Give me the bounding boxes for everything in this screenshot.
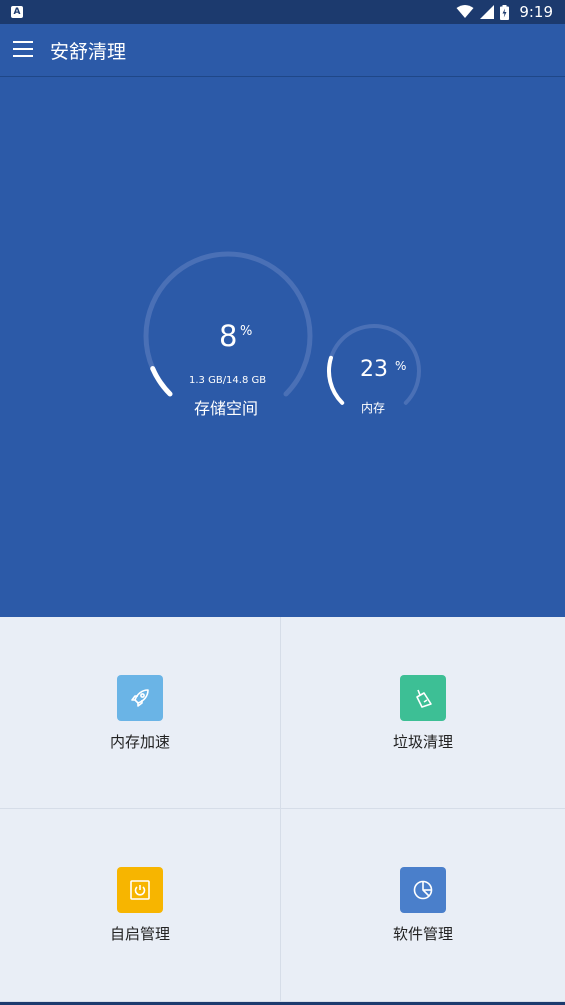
pie-chart-icon xyxy=(413,880,433,900)
tile-autostart-manager[interactable]: 自启管理 xyxy=(0,809,281,1002)
storage-label: 存储空间 xyxy=(194,399,259,418)
tile-icon-box xyxy=(400,675,446,721)
tile-icon-box xyxy=(117,867,163,913)
tile-icon-box xyxy=(117,675,163,721)
dashboard-hero: 8 % 1.3 GB/14.8 GB 存储空间 23 % 内存 xyxy=(0,77,565,617)
status-time: 9:19 xyxy=(519,3,553,21)
tile-label: 内存加速 xyxy=(109,733,170,751)
battery-icon xyxy=(500,4,510,20)
status-bar: A 9:19 xyxy=(0,0,565,24)
storage-detail: 1.3 GB/14.8 GB xyxy=(189,375,267,386)
cell-signal-icon xyxy=(480,5,495,19)
menu-icon[interactable] xyxy=(13,41,33,57)
storage-percent-sign: % xyxy=(240,324,253,339)
app-bar: 安舒清理 xyxy=(0,24,565,77)
tile-icon-box xyxy=(400,867,446,913)
storage-percent: 8 xyxy=(219,319,238,353)
memory-gauge-fill xyxy=(327,355,345,405)
broom-icon xyxy=(416,689,432,708)
power-icon xyxy=(130,880,150,900)
tile-label: 自启管理 xyxy=(109,925,170,943)
tile-app-manager[interactable]: 软件管理 xyxy=(281,809,565,1002)
rocket-icon xyxy=(131,689,149,707)
tile-label: 垃圾清理 xyxy=(392,733,453,751)
status-icons: 9:19 xyxy=(456,2,553,22)
tile-label: 软件管理 xyxy=(392,925,453,943)
tile-junk-clean[interactable]: 垃圾清理 xyxy=(281,617,565,809)
wifi-icon xyxy=(456,5,474,18)
memory-label: 内存 xyxy=(361,401,386,415)
memory-percent-sign: % xyxy=(395,359,407,373)
memory-percent: 23 xyxy=(360,357,388,382)
gauges xyxy=(143,251,421,405)
feature-grid: 内存加速 垃圾清理 自启管理 软件管理 xyxy=(0,617,565,1002)
app-title: 安舒清理 xyxy=(50,41,127,63)
notification-app-icon: A xyxy=(11,6,23,18)
storage-gauge-fill xyxy=(150,366,173,397)
tile-memory-boost[interactable]: 内存加速 xyxy=(0,617,281,809)
